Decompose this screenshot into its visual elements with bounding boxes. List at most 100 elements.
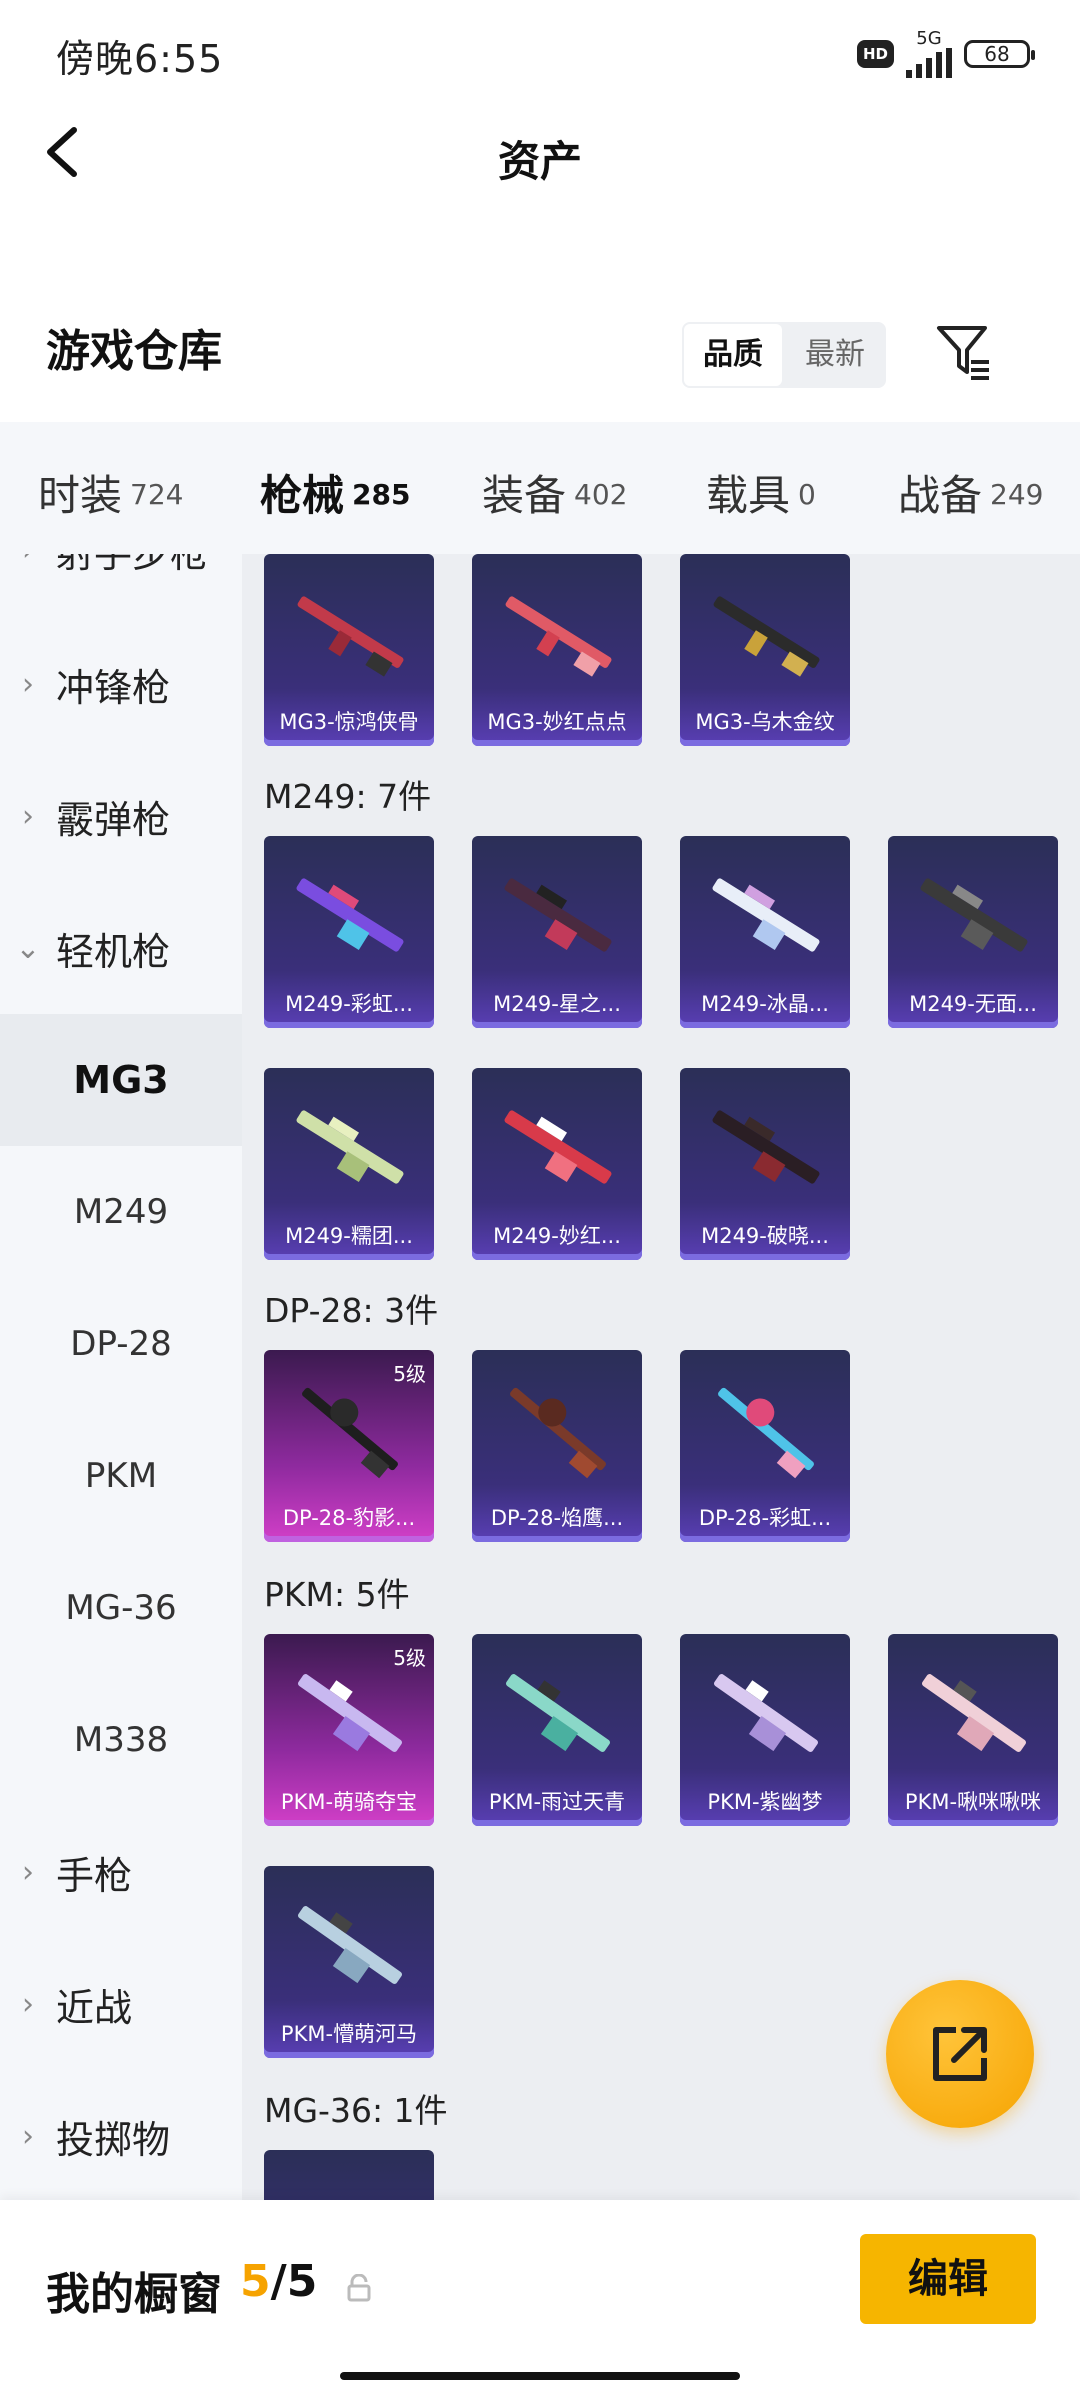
tab-vehicles[interactable]: 载具 0 [706,462,816,523]
item-card[interactable]: PKM-啾咪啾咪 [888,1634,1058,1826]
gun-image [506,1674,610,1752]
tab-guns[interactable]: 枪械 285 [260,462,411,570]
item-card[interactable]: M249-妙红... [472,1068,642,1260]
gun-image [510,1387,606,1479]
item-card[interactable]: 5级 DP-28-豹影... [264,1350,434,1542]
item-name: M249-星之... [493,992,621,1016]
tab-label: 枪械 [260,471,345,520]
gun-image [920,878,1028,952]
sidebar-item-melee[interactable]: › 近战 [0,1938,242,2070]
sidebar-sub-mg36[interactable]: MG-36 [0,1542,242,1674]
tab-count: 285 [352,478,411,511]
item-card[interactable]: DP-28-彩虹... [680,1350,850,1542]
item-name: M249-彩虹... [285,992,413,1016]
item-card[interactable]: PKM-雨过天青 [472,1634,642,1826]
item-name: PKM-萌骑夺宝 [280,1790,418,1814]
sidebar-item-label: 手枪 [56,1853,133,1898]
item-name: M249-破晓... [701,1224,829,1248]
sidebar-item-marksman[interactable]: ›射手步枪 [0,554,242,616]
item-card[interactable]: 5级 PKM-萌骑夺宝 [264,1634,434,1826]
item-name: PKM-雨过天青 [488,1790,626,1814]
sidebar-item-throwable[interactable]: › 投掷物 [0,2070,242,2200]
sidebar-item-pistol[interactable]: › 手枪 [0,1806,242,1938]
item-card[interactable]: M249-星之... [472,836,642,1028]
group-title-pkm: PKM: 5件 [264,1575,410,1614]
sidebar-item-lmg[interactable]: ⌄ 轻机枪 [0,882,242,1014]
chevron-right-icon: › [22,1986,34,2022]
tab-count: 0 [798,478,816,511]
sort-newest-button[interactable]: 最新 [786,324,884,386]
item-grid: MG3-惊鸿侠骨 MG3-妙红点点 MG3-乌木金纹 M249: 7件 M249… [242,554,1080,2200]
sidebar-sub-m249[interactable]: M249 [0,1146,242,1278]
chevron-right-icon: › [22,666,34,702]
status-bar: 傍晚6:55 HD 5G 68 [0,0,1080,100]
showcase-count-current: 5 [240,2256,271,2307]
gun-image [296,878,404,952]
item-card[interactable]: PKM-紫幽梦 [680,1634,850,1826]
item-card[interactable]: M249-彩虹... [264,836,434,1028]
tab-label: 装备 [482,471,567,520]
item-card[interactable] [264,2150,434,2200]
item-card[interactable]: MG3-惊鸿侠骨 [264,554,434,746]
tab-label: 载具 [706,471,791,520]
hd-icon: HD [856,40,894,68]
gun-image [714,1674,818,1752]
lock-icon [347,2274,371,2302]
home-indicator[interactable] [340,2372,740,2380]
tab-fashion[interactable]: 时装 724 [38,462,183,523]
share-button[interactable] [886,1980,1034,2128]
item-name: DP-28-焰鹰... [490,1506,624,1530]
edit-button[interactable]: 编辑 [860,2234,1036,2324]
item-card[interactable]: MG3-乌木金纹 [680,554,850,746]
chevron-right-icon: › [22,798,34,834]
item-card[interactable]: M249-冰晶... [680,836,850,1028]
sidebar-item-label: 射手步枪 [56,554,208,578]
item-card[interactable]: MG3-妙红点点 [472,554,642,746]
tab-label: 战备 [898,471,983,520]
tab-equipment[interactable]: 装备 402 [482,462,627,523]
share-icon [933,2027,987,2081]
gun-image [504,1110,612,1184]
chevron-down-icon: ⌄ [15,930,41,966]
sort-toggle: 品质 最新 [682,322,886,388]
gun-image [296,1110,404,1184]
gun-image [718,1387,814,1479]
sidebar-item-label: 轻机枪 [56,929,171,974]
sidebar-item-label: 霰弹枪 [56,797,171,842]
item-name: PKM-懵萌河马 [280,2022,418,2046]
item-name: DP-28-豹影... [282,1506,416,1530]
item-card[interactable]: PKM-懵萌河马 [264,1866,434,2058]
item-name: MG3-惊鸿侠骨 [279,710,419,734]
sidebar-item-label: 近战 [56,1985,133,2030]
sidebar-sub-m338[interactable]: M338 [0,1674,242,1806]
item-card[interactable]: M249-无面... [888,836,1058,1028]
sort-quality-button[interactable]: 品质 [684,324,782,386]
item-name: M249-妙红... [493,1224,621,1248]
item-name: MG3-乌木金纹 [695,710,835,734]
showcase-count: 5/5 [240,2256,317,2307]
item-name: MG3-妙红点点 [487,710,627,734]
filter-icon[interactable] [935,322,993,382]
tab-supplies[interactable]: 战备 249 [898,462,1043,523]
sidebar-item-smg[interactable]: › 冲锋枪 [0,618,242,750]
gun-image [712,878,820,952]
tab-count: 402 [574,478,628,511]
showcase-bar: 我的橱窗 5/5 编辑 [0,2200,1080,2400]
sidebar-item-label: 投掷物 [56,2117,171,2162]
nav-bar: 资产 [0,100,1080,210]
chevron-right-icon: › [22,1854,34,1890]
item-card[interactable]: M249-糯团... [264,1068,434,1260]
sidebar-sub-pkm[interactable]: PKM [0,1410,242,1542]
chevron-right-icon: › [22,2118,34,2154]
item-card[interactable]: M249-破晓... [680,1068,850,1260]
sidebar-sub-mg3[interactable]: MG3 [0,1014,242,1146]
showcase-count-total: /5 [270,2256,318,2307]
item-name: M249-冰晶... [701,992,829,1016]
gun-image [298,1674,402,1752]
sidebar-sub-dp28[interactable]: DP-28 [0,1278,242,1410]
item-card[interactable]: DP-28-焰鹰... [472,1350,642,1542]
battery-icon: 68 [964,40,1035,68]
sidebar-item-shotgun[interactable]: › 霰弹枪 [0,750,242,882]
gun-image [298,1906,402,1984]
tab-count: 249 [990,478,1044,511]
